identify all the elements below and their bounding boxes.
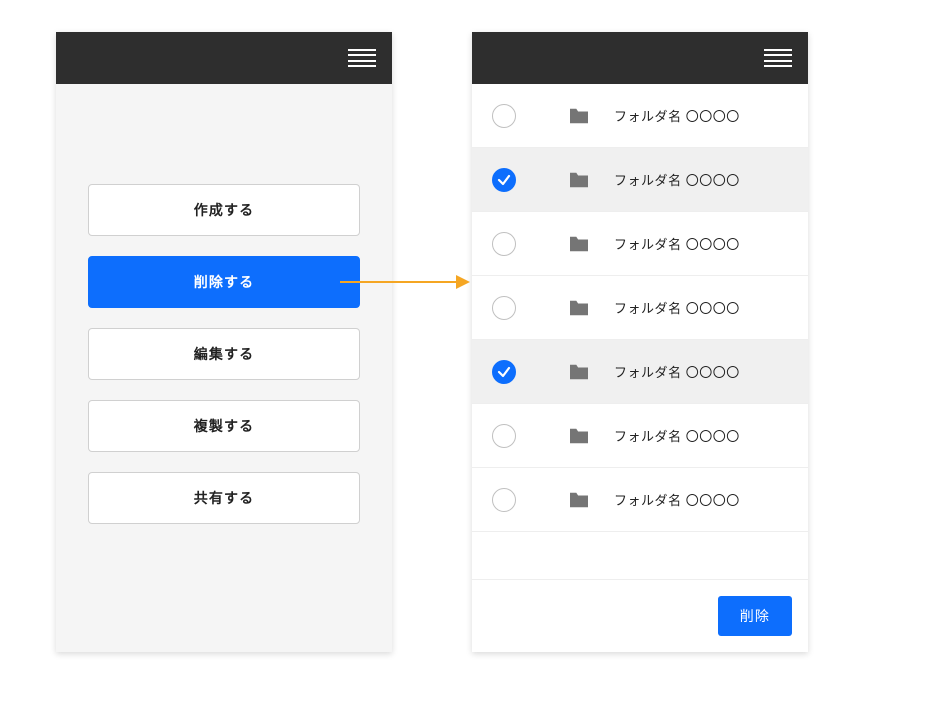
checkbox-unchecked-icon[interactable] xyxy=(492,296,516,320)
folder-icon xyxy=(568,427,590,445)
action-menu-screen: 作成する 削除する 編集する 複製する 共有する xyxy=(56,32,392,652)
header-bar xyxy=(56,32,392,84)
edit-button[interactable]: 編集する xyxy=(88,328,360,380)
folder-icon xyxy=(568,235,590,253)
folder-icon xyxy=(568,363,590,381)
checkbox-checked-icon[interactable] xyxy=(492,360,516,384)
footer-bar: 削除 xyxy=(472,579,808,652)
checkbox-unchecked-icon[interactable] xyxy=(492,488,516,512)
menu-icon[interactable] xyxy=(764,49,792,67)
action-menu: 作成する 削除する 編集する 複製する 共有する xyxy=(56,84,392,524)
folder-icon xyxy=(568,299,590,317)
folder-name: フォルダ名 〇〇〇〇 xyxy=(614,234,740,253)
confirm-delete-button[interactable]: 削除 xyxy=(718,596,792,636)
folder-name: フォルダ名 〇〇〇〇 xyxy=(614,170,740,189)
folder-name: フォルダ名 〇〇〇〇 xyxy=(614,362,740,381)
list-item[interactable]: フォルダ名 〇〇〇〇 xyxy=(472,212,808,276)
header-bar xyxy=(472,32,808,84)
folder-name: フォルダ名 〇〇〇〇 xyxy=(614,426,740,445)
list-item[interactable]: フォルダ名 〇〇〇〇 xyxy=(472,404,808,468)
folder-select-screen: フォルダ名 〇〇〇〇 フォルダ名 〇〇〇〇 フォルダ名 〇〇〇〇 xyxy=(472,32,808,652)
checkbox-checked-icon[interactable] xyxy=(492,168,516,192)
list-item[interactable]: フォルダ名 〇〇〇〇 xyxy=(472,148,808,212)
list-item[interactable]: フォルダ名 〇〇〇〇 xyxy=(472,340,808,404)
list-item[interactable]: フォルダ名 〇〇〇〇 xyxy=(472,468,808,532)
folder-icon xyxy=(568,107,590,125)
folder-name: フォルダ名 〇〇〇〇 xyxy=(614,106,740,125)
folder-icon xyxy=(568,491,590,509)
checkbox-unchecked-icon[interactable] xyxy=(492,232,516,256)
duplicate-button[interactable]: 複製する xyxy=(88,400,360,452)
folder-name: フォルダ名 〇〇〇〇 xyxy=(614,490,740,509)
create-button[interactable]: 作成する xyxy=(88,184,360,236)
share-button[interactable]: 共有する xyxy=(88,472,360,524)
list-item[interactable]: フォルダ名 〇〇〇〇 xyxy=(472,276,808,340)
checkbox-unchecked-icon[interactable] xyxy=(492,104,516,128)
menu-icon[interactable] xyxy=(348,49,376,67)
folder-name: フォルダ名 〇〇〇〇 xyxy=(614,298,740,317)
folder-list: フォルダ名 〇〇〇〇 フォルダ名 〇〇〇〇 フォルダ名 〇〇〇〇 xyxy=(472,84,808,579)
list-item[interactable]: フォルダ名 〇〇〇〇 xyxy=(472,84,808,148)
checkbox-unchecked-icon[interactable] xyxy=(492,424,516,448)
delete-button[interactable]: 削除する xyxy=(88,256,360,308)
folder-icon xyxy=(568,171,590,189)
